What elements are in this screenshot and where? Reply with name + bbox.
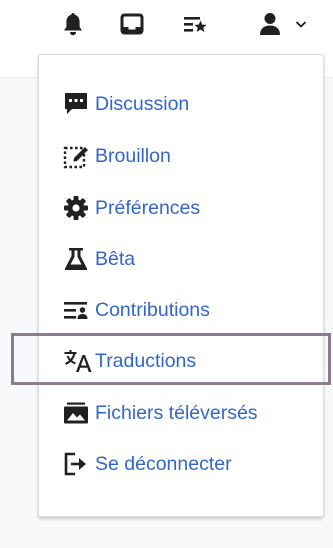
gear-icon — [63, 193, 95, 223]
menu-item-se-deconnecter[interactable]: Se déconnecter — [63, 447, 232, 481]
user-icon — [260, 13, 280, 35]
messages-button[interactable] — [117, 9, 147, 39]
user-dropdown-menu: Discussion Brouillon Préférences Bêta Co… — [38, 54, 324, 517]
menu-item-fichiers-televerses[interactable]: Fichiers téléversés — [63, 396, 258, 430]
menu-item-discussion[interactable]: Discussion — [63, 87, 189, 121]
menu-item-beta[interactable]: Bêta — [63, 242, 135, 276]
uploads-icon — [63, 398, 95, 428]
user-menu-button[interactable] — [250, 9, 290, 39]
menu-item-contributions[interactable]: Contributions — [63, 293, 210, 327]
menu-item-label: Bêta — [95, 247, 136, 270]
inbox-icon — [120, 13, 144, 35]
top-toolbar — [0, 0, 333, 50]
menu-item-preferences[interactable]: Préférences — [63, 191, 200, 225]
selection-highlight — [11, 333, 331, 385]
talk-icon — [63, 89, 95, 119]
contributions-icon — [63, 295, 95, 325]
menu-item-label: Brouillon — [95, 144, 171, 167]
flask-icon — [63, 244, 95, 274]
menu-item-label: Fichiers téléversés — [95, 401, 258, 424]
user-menu-toggle[interactable] — [292, 9, 310, 39]
notifications-button[interactable] — [58, 9, 88, 39]
watchlist-icon — [184, 17, 207, 32]
menu-item-brouillon[interactable]: Brouillon — [63, 139, 171, 173]
sandbox-icon — [63, 141, 95, 171]
menu-item-label: Préférences — [95, 196, 201, 219]
menu-item-label: Contributions — [95, 298, 210, 321]
menu-item-label: Se déconnecter — [95, 452, 232, 475]
chevron-down-icon — [295, 21, 307, 28]
bell-icon — [64, 13, 82, 36]
menu-item-label: Discussion — [95, 92, 190, 115]
logout-icon — [63, 449, 95, 479]
watchlist-button[interactable] — [180, 9, 210, 39]
